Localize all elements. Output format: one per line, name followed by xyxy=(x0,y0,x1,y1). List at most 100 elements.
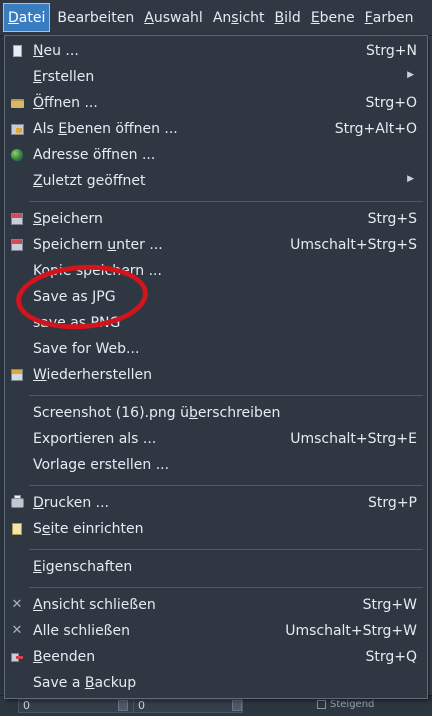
menu-item-label: Beenden xyxy=(33,649,96,665)
menu-item-save-a-backup[interactable]: Save a Backup xyxy=(5,672,427,696)
menu-item-kopie-speichern[interactable]: Kopie speichern ... xyxy=(5,260,427,284)
menu-item-label: Wiederherstellen xyxy=(33,367,152,383)
print-icon xyxy=(10,495,24,510)
submenu-arrow-icon: ▶ xyxy=(407,70,414,80)
menu-item-ansicht-schließen[interactable]: ✕ Ansicht schließen Strg+W xyxy=(5,594,427,618)
open-as-layers-icon xyxy=(10,122,24,136)
menu-item-speichern-unter[interactable]: Speichern unter ... Umschalt+Strg+S xyxy=(5,234,427,258)
menubar-ebene[interactable]: Ebene xyxy=(306,0,360,35)
menu-separator xyxy=(29,549,423,550)
field-spin-button-left[interactable] xyxy=(118,700,128,711)
save-icon-shape xyxy=(11,213,23,225)
menu-item-alle-schließen[interactable]: ✕ Alle schließen Umschalt+Strg+W xyxy=(5,620,427,644)
print-icon-shape xyxy=(10,495,24,508)
menu-item-label: Speichern xyxy=(33,211,103,227)
menu-item-eigenschaften[interactable]: Eigenschaften xyxy=(5,556,427,580)
ascending-checkbox[interactable]: Steigend xyxy=(317,699,374,710)
menu-item-beenden[interactable]: Beenden Strg+Q xyxy=(5,646,427,670)
shortcut-label: Strg+Q xyxy=(365,649,417,665)
menu-separator xyxy=(29,395,423,396)
menu-item-label: Ansicht schließen xyxy=(33,597,156,613)
menu-item-vorlage-erstellen[interactable]: Vorlage erstellen ... xyxy=(5,454,427,478)
menu-item-als-ebenen-öffnen[interactable]: Als Ebenen öffnen ... Strg+Alt+O xyxy=(5,118,427,142)
menu-item-drucken[interactable]: Drucken ... Strg+P xyxy=(5,492,427,516)
menu-item-label: Erstellen xyxy=(33,69,95,85)
menu-item-adresse-öffnen[interactable]: Adresse öffnen ... xyxy=(5,144,427,168)
menu-item-öffnen[interactable]: Öffnen ... Strg+O xyxy=(5,92,427,116)
menu-item-erstellen[interactable]: Erstellen ▶ xyxy=(5,66,427,90)
menu-item-wiederherstellen[interactable]: Wiederherstellen xyxy=(5,364,427,388)
revert-icon-shape xyxy=(11,369,23,381)
menu-item-label: Screenshot (16).png überschreiben xyxy=(33,405,281,421)
globe-icon-shape xyxy=(11,149,23,161)
menu-item-neu[interactable]: Neu ... Strg+N xyxy=(5,40,427,64)
menu-item-label: Speichern unter ... xyxy=(33,237,163,253)
shortcut-label: Strg+W xyxy=(362,597,417,613)
menu-item-label: Adresse öffnen ... xyxy=(33,147,156,163)
menu-item-zuletzt-geöffnet[interactable]: Zuletzt geöffnet ▶ xyxy=(5,170,427,194)
menu-item-save-as-png[interactable]: save as PNG xyxy=(5,312,427,336)
menubar-datei[interactable]: Datei xyxy=(3,3,51,32)
shortcut-label: Strg+S xyxy=(367,211,417,227)
page-setup-icon xyxy=(10,522,24,536)
menu-item-label: Alle schließen xyxy=(33,623,130,639)
folder-open-icon xyxy=(10,96,24,110)
close-all-icon: ✕ xyxy=(10,624,24,638)
menu-item-label: Als Ebenen öffnen ... xyxy=(33,121,178,137)
menu-item-label: save as PNG xyxy=(33,315,121,331)
shortcut-label: Strg+Alt+O xyxy=(334,121,417,137)
shortcut-label: Strg+P xyxy=(368,495,417,511)
menu-item-label: Kopie speichern ... xyxy=(33,263,162,279)
checkbox-label: Steigend xyxy=(330,699,375,710)
page-setup-icon-shape xyxy=(12,523,22,535)
menu-item-label: Seite einrichten xyxy=(33,521,144,537)
new-document-icon xyxy=(10,44,24,58)
save-as-icon xyxy=(10,238,24,252)
x-glyph: ✕ xyxy=(11,623,23,638)
shortcut-label: Umschalt+Strg+E xyxy=(290,431,417,447)
menu-separator xyxy=(29,201,423,202)
revert-icon xyxy=(10,368,24,382)
menu-item-seite-einrichten[interactable]: Seite einrichten xyxy=(5,518,427,542)
field-spin-button-mid[interactable] xyxy=(232,700,242,711)
menu-separator xyxy=(29,485,423,486)
new-document-icon-shape xyxy=(12,45,22,57)
folder-open-icon-shape xyxy=(10,98,24,108)
menubar-bild[interactable]: Bild xyxy=(270,0,306,35)
menu-item-speichern[interactable]: Speichern Strg+S xyxy=(5,208,427,232)
menubar-farben[interactable]: Farben xyxy=(360,0,419,35)
globe-icon xyxy=(10,148,24,162)
menubar: Datei Bearbeiten Auswahl An s icht Bild Ebene Fa… xyxy=(0,0,432,36)
menubar-ansicht[interactable]: An s icht xyxy=(208,0,270,35)
menu-item-screenshot-16-png-überschreiben[interactable]: Screenshot (16).png überschreiben xyxy=(5,402,427,426)
x-glyph: ✕ xyxy=(11,597,23,612)
menubar-bearbeiten[interactable]: Bearbeiten xyxy=(52,0,139,35)
shortcut-label: Strg+N xyxy=(366,43,417,59)
save-as-icon-shape xyxy=(11,239,23,251)
menu-item-label: Save as JPG xyxy=(33,289,116,305)
submenu-arrow-icon: ▶ xyxy=(407,174,414,184)
menu-separator xyxy=(29,587,423,588)
bottom-value-field-mid[interactable]: 0 xyxy=(133,699,243,713)
quit-icon xyxy=(10,650,24,664)
close-view-icon: ✕ xyxy=(10,598,24,612)
menu-item-label: Zuletzt geöffnet xyxy=(33,173,146,189)
menu-item-label: Eigenschaften xyxy=(33,559,133,575)
menu-item-label: Save for Web... xyxy=(33,341,140,357)
open-as-layers-icon-shape xyxy=(10,123,24,135)
menubar-auswahl[interactable]: Auswahl xyxy=(139,0,208,35)
menu-item-label: Save a Backup xyxy=(33,675,137,691)
menu-item-save-for-web[interactable]: Save for Web... xyxy=(5,338,427,362)
menu-item-exportieren-als[interactable]: Exportieren als ... Umschalt+Strg+E xyxy=(5,428,427,452)
save-icon xyxy=(10,212,24,226)
menu-item-save-as-jpg[interactable]: Save as JPG xyxy=(5,286,427,310)
shortcut-label: Umschalt+Strg+W xyxy=(285,623,417,639)
menu-item-label: Exportieren als ... xyxy=(33,431,157,447)
checkbox-box[interactable] xyxy=(317,700,326,709)
shortcut-label: Umschalt+Strg+S xyxy=(290,237,417,253)
menu-item-label: Vorlage erstellen ... xyxy=(33,457,170,473)
shortcut-label: Strg+O xyxy=(365,95,417,111)
quit-icon-shape xyxy=(11,651,23,663)
file-menu-dropdown: Neu ... Strg+N Erstellen ▶ Öffnen ... Strg+O A… xyxy=(4,35,428,699)
menu-item-label: Öffnen ... xyxy=(33,95,98,111)
